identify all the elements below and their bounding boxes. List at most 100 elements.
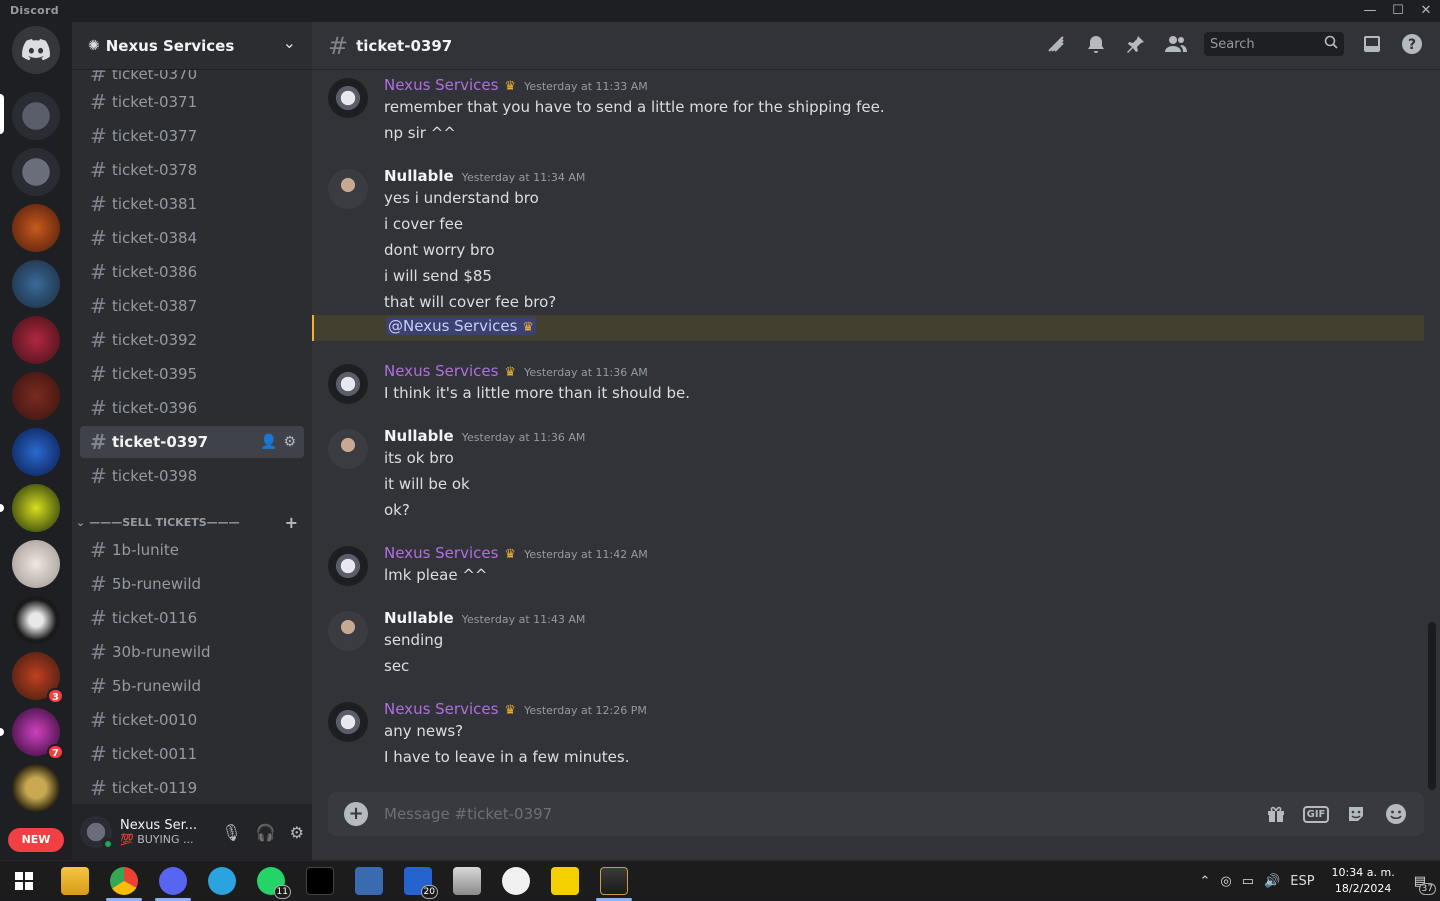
author-name[interactable]: Nexus Services: [384, 76, 498, 94]
channel-item[interactable]: #ticket-0395: [80, 358, 304, 390]
avatar[interactable]: [328, 169, 368, 209]
channel-item[interactable]: #ticket-0398: [80, 460, 304, 492]
clock-app-icon[interactable]: [502, 867, 530, 895]
bell-icon[interactable]: [1084, 32, 1108, 56]
channel-item[interactable]: #ticket-0386: [80, 256, 304, 288]
server-icon-srsen[interactable]: [12, 204, 60, 252]
author-name[interactable]: Nullable: [384, 427, 454, 445]
channel-item-active[interactable]: #ticket-0397 👤⚙: [80, 426, 304, 458]
todo-icon[interactable]: 20: [404, 867, 432, 895]
add-channel-icon[interactable]: +: [285, 513, 298, 532]
author-name[interactable]: Nullable: [384, 609, 454, 627]
search-input[interactable]: Search: [1204, 32, 1344, 56]
channel-item[interactable]: #1b-lunite: [80, 534, 304, 566]
channel-item[interactable]: #ticket-0011: [80, 738, 304, 770]
channel-item[interactable]: #30b-runewild: [80, 636, 304, 668]
file-explorer-icon[interactable]: [61, 867, 89, 895]
category-sell-tickets[interactable]: ⌄ ———SELL TICKETS——— +: [76, 512, 304, 532]
server-icon-heart[interactable]: [12, 540, 60, 588]
avatar[interactable]: [328, 702, 368, 742]
author-name[interactable]: Nullable: [384, 167, 454, 185]
home-button[interactable]: [12, 26, 60, 74]
windows-start-icon[interactable]: [10, 867, 38, 895]
sticky-notes-icon[interactable]: [551, 867, 579, 895]
avatar[interactable]: [328, 364, 368, 404]
gift-icon[interactable]: [1264, 802, 1288, 826]
server-icon-flame[interactable]: [12, 484, 60, 532]
inbox-icon[interactable]: [1360, 32, 1384, 56]
pin-icon[interactable]: [1124, 32, 1148, 56]
game-launcher-icon[interactable]: [600, 867, 628, 895]
server-icon-nexus[interactable]: [12, 92, 60, 140]
avatar[interactable]: [328, 429, 368, 469]
guild-header[interactable]: ✺ Nexus Services ⌄: [72, 22, 312, 70]
crown-icon: ♛: [504, 365, 516, 380]
telegram-icon[interactable]: [208, 867, 236, 895]
clock[interactable]: 10:34 a. m. 18/2/2024: [1332, 865, 1395, 897]
invite-member-icon[interactable]: 👤: [260, 434, 277, 450]
channel-item[interactable]: #ticket-0371: [80, 86, 304, 118]
channel-item[interactable]: #ticket-0387: [80, 290, 304, 322]
close-button[interactable]: ✕: [1412, 2, 1440, 20]
tiktok-icon[interactable]: [306, 867, 334, 895]
volume-icon[interactable]: 🔊: [1264, 874, 1280, 889]
gear-icon[interactable]: ⚙: [283, 434, 296, 450]
channel-item[interactable]: #ticket-0119: [80, 772, 304, 804]
discord-taskbar-icon[interactable]: [159, 867, 187, 895]
server-icon-tango[interactable]: [12, 372, 60, 420]
unread-pill: [0, 728, 4, 736]
avatar[interactable]: [80, 816, 112, 848]
help-icon[interactable]: ?: [1400, 32, 1424, 56]
server-icon-master[interactable]: [12, 260, 60, 308]
channel-item[interactable]: #ticket-0010: [80, 704, 304, 736]
channel-item[interactable]: #ticket-0381: [80, 188, 304, 220]
new-badge[interactable]: NEW: [8, 828, 64, 852]
maximize-button[interactable]: ☐: [1384, 2, 1412, 20]
network-icon[interactable]: ▭: [1242, 874, 1254, 889]
channel-item[interactable]: #ticket-0377: [80, 120, 304, 152]
message-text: i will send $85: [384, 267, 492, 285]
emoji-icon[interactable]: [1384, 802, 1408, 826]
minimize-button[interactable]: —: [1356, 2, 1384, 20]
server-icon-store[interactable]: 7: [12, 708, 60, 756]
channel-item[interactable]: #5b-runewild: [80, 568, 304, 600]
gif-button[interactable]: GIF: [1304, 802, 1328, 826]
camera-icon[interactable]: ◎: [1220, 874, 1231, 889]
channel-item[interactable]: #ticket-0378: [80, 154, 304, 186]
threads-icon[interactable]: [1044, 32, 1068, 56]
server-icon-blue[interactable]: [12, 428, 60, 476]
notifications-icon[interactable]: ▤37: [1414, 874, 1426, 889]
gear-icon[interactable]: ⚙: [290, 823, 304, 842]
author-name[interactable]: Nexus Services: [384, 700, 498, 718]
language-indicator[interactable]: ESP: [1290, 874, 1314, 889]
sticker-icon[interactable]: [1344, 802, 1368, 826]
microphone-icon[interactable]: 🎙: [221, 823, 241, 842]
server-icon-mask[interactable]: [12, 596, 60, 644]
channel-item[interactable]: #ticket-0396: [80, 392, 304, 424]
add-attachment-button[interactable]: +: [344, 802, 368, 826]
scrollbar[interactable]: [1428, 622, 1436, 790]
channel-item[interactable]: #ticket-0116: [80, 602, 304, 634]
photos-icon[interactable]: [453, 867, 481, 895]
avatar[interactable]: [328, 78, 368, 118]
avatar[interactable]: [328, 546, 368, 586]
chevron-up-icon[interactable]: ⌃: [1200, 874, 1211, 889]
user-mention[interactable]: @Nexus Services ♛: [386, 317, 536, 335]
whatsapp-icon[interactable]: 11: [257, 867, 285, 895]
channel-item[interactable]: #ticket-0384: [80, 222, 304, 254]
channel-item[interactable]: #ticket-0392: [80, 324, 304, 356]
server-icon-samurai[interactable]: 3: [12, 652, 60, 700]
author-name[interactable]: Nexus Services: [384, 362, 498, 380]
user-info[interactable]: Nexus Ser... 💯 BUYING ...: [120, 818, 210, 846]
server-icon-kg[interactable]: [12, 764, 60, 812]
calculator-icon[interactable]: [355, 867, 383, 895]
server-icon-nexus-alt[interactable]: [12, 148, 60, 196]
channel-item[interactable]: #5b-runewild: [80, 670, 304, 702]
author-name[interactable]: Nexus Services: [384, 544, 498, 562]
headphones-icon[interactable]: 🎧: [256, 823, 276, 842]
message-input[interactable]: [384, 805, 1264, 823]
chrome-icon[interactable]: [110, 867, 138, 895]
avatar[interactable]: [328, 611, 368, 651]
server-icon-red[interactable]: [12, 316, 60, 364]
members-icon[interactable]: [1164, 32, 1188, 56]
